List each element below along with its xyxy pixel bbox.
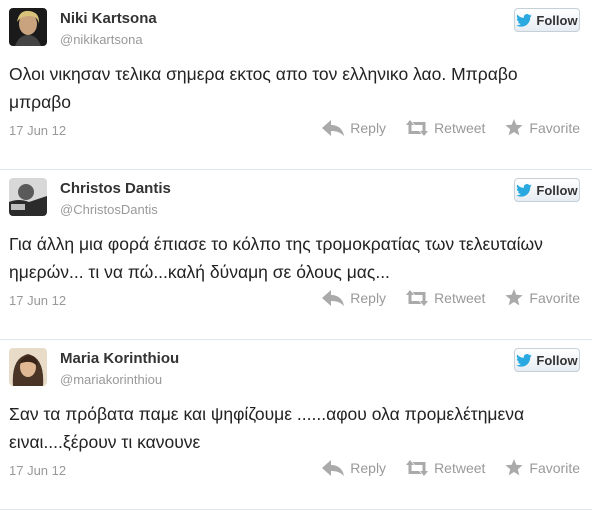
retweet-icon bbox=[406, 459, 429, 476]
tweet-text: Σαν τα πρόβατα παμε και ψηφίζουμε ......… bbox=[9, 404, 525, 452]
author-handle[interactable]: @mariakorinthiou bbox=[60, 372, 162, 387]
reply-button[interactable]: Reply bbox=[322, 119, 387, 136]
favorite-button[interactable]: Favorite bbox=[505, 119, 580, 136]
author-name[interactable]: Niki Kartsona bbox=[60, 10, 157, 27]
favorite-label: Favorite bbox=[529, 459, 580, 476]
avatar[interactable] bbox=[9, 348, 47, 386]
reply-label: Reply bbox=[350, 459, 387, 476]
follow-button[interactable]: Follow bbox=[514, 348, 580, 372]
reply-icon bbox=[322, 119, 345, 136]
author-handle[interactable]: @nikikartsona bbox=[60, 32, 143, 47]
tweet-actions: Reply Retweet Favorite bbox=[322, 119, 580, 136]
author-name[interactable]: Maria Korinthiou bbox=[60, 350, 179, 367]
retweet-label: Retweet bbox=[434, 119, 486, 136]
retweet-icon bbox=[406, 289, 429, 306]
tweet-text: Για άλλη μια φορά έπιασε το κόλπο της τρ… bbox=[9, 234, 543, 282]
tweet-actions: Reply Retweet Favorite bbox=[322, 459, 580, 476]
favorite-label: Favorite bbox=[529, 289, 580, 306]
follow-button[interactable]: Follow bbox=[514, 178, 580, 202]
follow-label: Follow bbox=[536, 352, 578, 368]
reply-icon bbox=[322, 289, 345, 306]
reply-button[interactable]: Reply bbox=[322, 289, 387, 306]
reply-label: Reply bbox=[350, 119, 387, 136]
tweet-card: Christos Dantis @ChristosDantis Follow Γ… bbox=[0, 170, 592, 340]
tweet-actions: Reply Retweet Favorite bbox=[322, 289, 580, 306]
avatar[interactable] bbox=[9, 8, 47, 46]
retweet-label: Retweet bbox=[434, 459, 486, 476]
follow-button[interactable]: Follow bbox=[514, 8, 580, 32]
star-icon bbox=[505, 119, 524, 136]
follow-label: Follow bbox=[536, 182, 578, 198]
favorite-label: Favorite bbox=[529, 119, 580, 136]
retweet-button[interactable]: Retweet bbox=[406, 289, 486, 306]
favorite-button[interactable]: Favorite bbox=[505, 459, 580, 476]
twitter-bird-icon bbox=[516, 353, 533, 367]
retweet-label: Retweet bbox=[434, 289, 486, 306]
star-icon bbox=[505, 459, 524, 476]
tweet-date[interactable]: 17 Jun 12 bbox=[9, 123, 66, 138]
reply-icon bbox=[322, 459, 345, 476]
twitter-bird-icon bbox=[516, 183, 533, 197]
tweet-date[interactable]: 17 Jun 12 bbox=[9, 463, 66, 478]
tweet-text: Ολοι νικησαν τελικα σημερα εκτος απο τον… bbox=[9, 64, 518, 112]
reply-button[interactable]: Reply bbox=[322, 459, 387, 476]
twitter-bird-icon bbox=[516, 13, 533, 27]
reply-label: Reply bbox=[350, 289, 387, 306]
follow-label: Follow bbox=[536, 12, 578, 28]
star-icon bbox=[505, 289, 524, 306]
author-handle[interactable]: @ChristosDantis bbox=[60, 202, 158, 217]
author-name[interactable]: Christos Dantis bbox=[60, 180, 171, 197]
retweet-button[interactable]: Retweet bbox=[406, 119, 486, 136]
tweet-card: Maria Korinthiou @mariakorinthiou Follow… bbox=[0, 340, 592, 510]
avatar[interactable] bbox=[9, 178, 47, 216]
favorite-button[interactable]: Favorite bbox=[505, 289, 580, 306]
retweet-icon bbox=[406, 119, 429, 136]
tweet-date[interactable]: 17 Jun 12 bbox=[9, 293, 66, 308]
retweet-button[interactable]: Retweet bbox=[406, 459, 486, 476]
tweet-card: Niki Kartsona @nikikartsona Follow Ολοι … bbox=[0, 0, 592, 170]
